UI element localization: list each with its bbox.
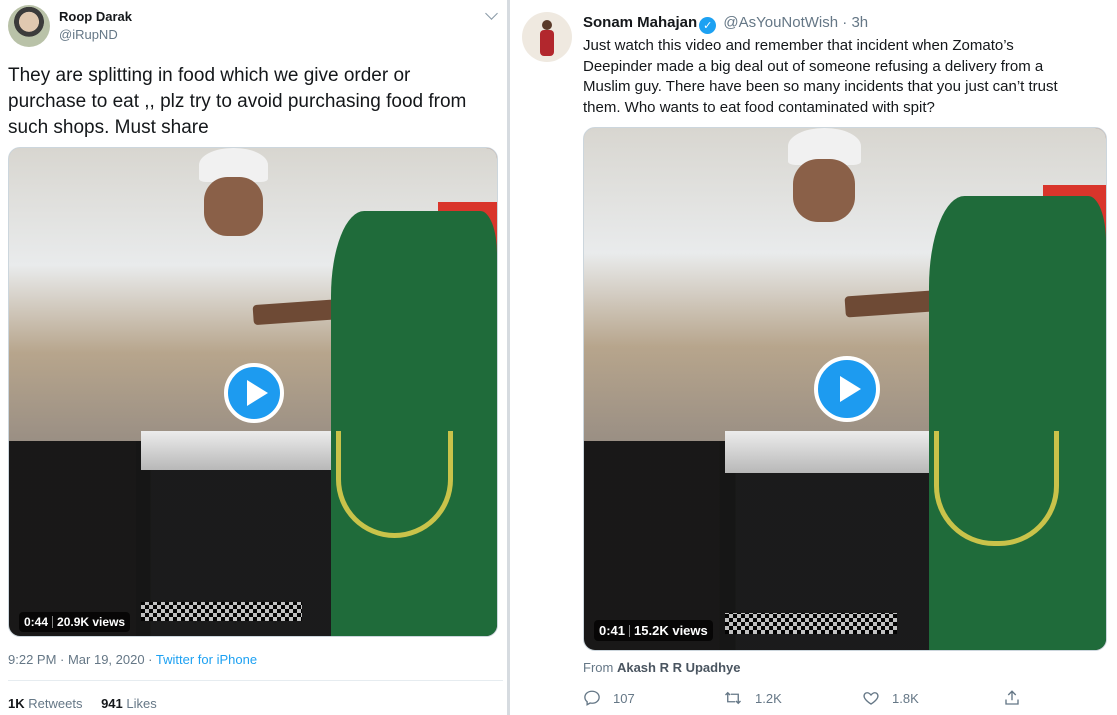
video-frame-strap [933,430,1059,546]
verified-icon: ✓ [699,17,717,34]
retweet-button[interactable]: 1.2K [723,689,782,707]
share-button[interactable] [1003,689,1033,707]
like-icon [863,692,879,705]
from-author[interactable]: Akash R R Upadhye [617,660,741,675]
tweet-text-line: such shops. Must share [8,117,209,138]
video-frame-face [792,159,856,222]
like-button[interactable]: 1.8K [862,689,919,707]
author-name[interactable]: Roop Darak [59,9,132,24]
author-handle[interactable]: @iRupND [59,27,118,42]
avatar[interactable] [522,12,572,62]
from-label: From [583,660,617,675]
chevron-down-icon[interactable] [485,7,498,20]
video-frame-apron [331,211,497,636]
video-duration: 0:41 [599,623,626,638]
retweets-count[interactable]: 1K [8,696,25,711]
author-handle[interactable]: @AsYouNotWish [723,14,838,31]
badge-separator [52,616,54,628]
video-duration-badge: 0:41 15.2K views [594,620,713,641]
retweet-icon [725,691,741,705]
video-frame-shelf [140,431,351,471]
avatar-figure [542,20,552,30]
time-ago[interactable]: · 3h [842,14,868,31]
play-icon [246,380,268,406]
play-icon [839,376,861,402]
tweet-meta: 9:22 PM · Mar 19, 2020 · Twitter for iPh… [8,652,257,667]
right-tweet: Sonam Mahajan ✓ @AsYouNotWish · 3h Just w… [510,0,1117,715]
retweet-count: 1.2K [755,690,782,706]
attribution: From Akash R R Upadhye [583,660,741,675]
author-row: Sonam Mahajan ✓ @AsYouNotWish · 3h [583,14,868,34]
tweet-text-line: them. Who wants to eat food contaminated… [583,98,935,116]
video-views: 15.2K views [634,623,708,638]
likes-count[interactable]: 941 [101,696,123,711]
tweet-source-link[interactable]: Twitter for iPhone [156,652,257,667]
tweet-text-line: Just watch this video and remember that … [583,37,1014,54]
tweet-text-line: Muslim guy. There have been so many inci… [583,78,1058,95]
video-frame-face [204,177,263,236]
tweet-text-line: Deepinder made a big deal out of someone… [583,57,1044,75]
left-tweet: Roop Darak @iRupND They are splitting in… [0,0,508,715]
engagement-stats: 1K Retweets 941 Likes [8,696,157,711]
reply-count: 107 [613,690,635,706]
meta-divider [8,680,503,681]
video-player[interactable]: 0:44 20.9K views [8,147,498,637]
author-name[interactable]: Sonam Mahajan [583,14,697,31]
like-count: 1.8K [892,690,919,706]
reply-icon [584,690,600,706]
video-frame-grid [140,601,302,622]
tweet-text: Just watch this video and remember that … [583,36,1113,118]
tweet-text-line: purchase to eat ,, plz try to avoid purc… [8,91,467,112]
tweet-text-line: They are splitting in food which we give… [8,65,411,86]
video-frame-grid [724,613,898,635]
retweets-label[interactable]: Retweets [28,696,82,711]
video-duration: 0:44 [24,615,49,629]
play-button[interactable] [224,363,284,423]
video-views: 20.9K views [57,615,126,629]
badge-separator [629,625,631,637]
video-frame-shelf [724,430,950,473]
video-player[interactable]: 0:41 15.2K views [583,127,1107,651]
share-icon [1005,690,1019,705]
likes-label[interactable]: Likes [126,696,156,711]
avatar-figure-body [540,30,554,56]
tweet-timestamp[interactable]: 9:22 PM · Mar 19, 2020 · [8,652,156,667]
avatar[interactable] [8,5,50,47]
video-duration-badge: 0:44 20.9K views [19,612,131,632]
video-frame-apron [928,195,1106,650]
play-button[interactable] [814,356,880,422]
reply-button[interactable]: 107 [583,689,635,707]
tweet-text: They are splitting in food which we give… [8,63,503,141]
